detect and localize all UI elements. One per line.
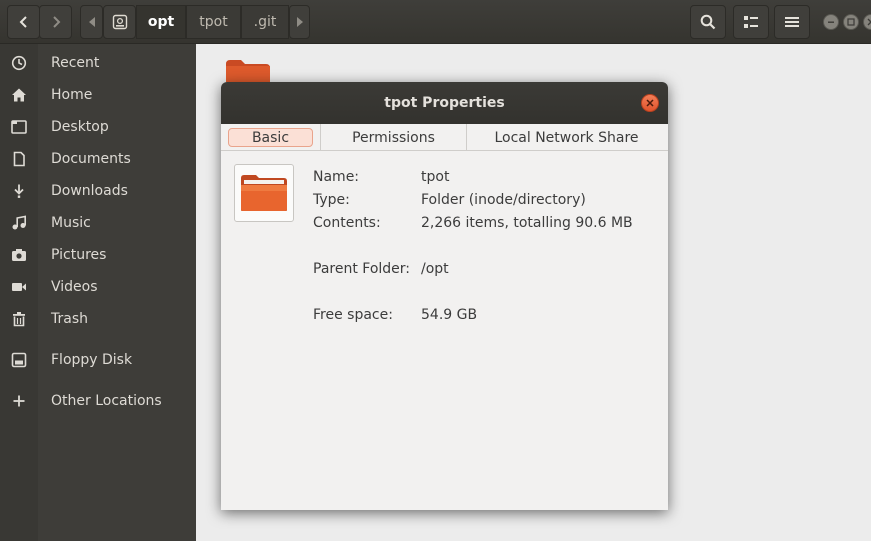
properties-dialog: tpot Properties Basic Permissions Local … <box>221 82 668 510</box>
folder-icon <box>241 175 287 211</box>
close-window-button[interactable] <box>863 14 871 30</box>
property-value-free-space: 54.9 GB <box>421 307 478 323</box>
sidebar-item-label: Floppy Disk <box>51 352 133 368</box>
sidebar-item-label: Pictures <box>51 247 107 263</box>
sidebar-item-label: Music <box>51 215 91 231</box>
triangle-right-icon <box>296 17 303 27</box>
sidebar-item-label: Desktop <box>51 119 109 135</box>
dialog-tabs: Basic Permissions Local Network Share <box>221 124 668 151</box>
property-label-type: Type: <box>313 192 350 208</box>
menu-button[interactable] <box>774 5 810 39</box>
dialog-titlebar[interactable]: tpot Properties <box>221 82 668 124</box>
property-label-contents: Contents: <box>313 215 381 231</box>
chevron-right-icon <box>52 16 60 28</box>
property-value-parent-folder: /opt <box>421 261 449 277</box>
minimize-button[interactable] <box>823 14 839 30</box>
tab-basic[interactable]: Basic <box>221 124 320 151</box>
document-icon <box>0 151 38 167</box>
tab-label: Local Network Share <box>494 129 639 146</box>
triangle-left-icon <box>88 17 95 27</box>
dialog-title: tpot Properties <box>384 95 505 111</box>
path-root-button[interactable] <box>103 5 136 39</box>
maximize-icon <box>847 18 855 26</box>
dialog-close-button[interactable] <box>641 94 659 112</box>
hamburger-icon <box>785 17 799 27</box>
tab-label: Permissions <box>352 129 435 146</box>
drive-icon <box>112 14 127 30</box>
search-button[interactable] <box>690 5 726 39</box>
plus-icon <box>0 394 38 408</box>
property-label-parent-folder: Parent Folder: <box>313 261 411 277</box>
sidebar-item-other-locations[interactable]: Other Locations <box>0 385 196 417</box>
sidebar-item-documents[interactable]: Documents <box>0 143 196 175</box>
folder-preview-icon[interactable] <box>234 164 294 222</box>
header-bar: opt tpot .git <box>0 0 871 44</box>
back-button[interactable] <box>7 5 40 39</box>
sidebar-item-label: Recent <box>51 55 100 71</box>
path-scroll-right-button[interactable] <box>289 5 310 39</box>
view-toggle-button[interactable] <box>733 5 769 39</box>
desktop-folder-icon <box>0 119 38 135</box>
property-label-name: Name: <box>313 169 360 185</box>
path-segment-git[interactable]: .git <box>241 5 289 39</box>
sidebar-item-label: Videos <box>51 279 98 295</box>
property-value-type: Folder (inode/directory) <box>421 192 586 208</box>
clock-icon <box>0 55 38 71</box>
music-icon <box>0 215 38 231</box>
list-view-icon <box>744 16 758 28</box>
property-label-free-space: Free space: <box>313 307 393 323</box>
property-value-name: tpot <box>421 169 450 185</box>
sidebar-item-desktop[interactable]: Desktop <box>0 111 196 143</box>
tab-permissions[interactable]: Permissions <box>321 124 466 151</box>
sidebar-item-trash[interactable]: Trash <box>0 303 196 335</box>
sidebar-item-downloads[interactable]: Downloads <box>0 175 196 207</box>
close-icon <box>867 18 871 26</box>
sidebar-item-music[interactable]: Music <box>0 207 196 239</box>
minimize-icon <box>828 21 834 23</box>
search-icon <box>700 14 716 30</box>
path-segment-tpot[interactable]: tpot <box>186 5 241 39</box>
tab-label: Basic <box>227 128 314 147</box>
tab-local-network-share[interactable]: Local Network Share <box>467 124 666 151</box>
floppy-icon <box>0 352 38 368</box>
chevron-left-icon <box>19 16 27 28</box>
sidebar-item-label: Downloads <box>51 183 128 199</box>
close-icon <box>646 99 654 107</box>
camera-icon <box>0 247 38 263</box>
sidebar-item-recent[interactable]: Recent <box>0 47 196 79</box>
video-icon <box>0 279 38 295</box>
download-icon <box>0 183 38 199</box>
trash-icon <box>0 311 38 327</box>
forward-button[interactable] <box>39 5 72 39</box>
maximize-button[interactable] <box>843 14 859 30</box>
path-scroll-left-button[interactable] <box>80 5 103 39</box>
property-value-contents: 2,266 items, totalling 90.6 MB <box>421 215 633 231</box>
sidebar-item-label: Other Locations <box>51 393 162 409</box>
sidebar-item-videos[interactable]: Videos <box>0 271 196 303</box>
sidebar: Recent Home Desktop Documents Downloads … <box>0 44 196 541</box>
sidebar-item-floppy-disk[interactable]: Floppy Disk <box>0 344 196 376</box>
path-segment-opt[interactable]: opt <box>136 5 186 39</box>
sidebar-item-label: Trash <box>51 311 88 327</box>
sidebar-item-home[interactable]: Home <box>0 79 196 111</box>
sidebar-item-label: Home <box>51 87 93 103</box>
sidebar-item-label: Documents <box>51 151 131 167</box>
sidebar-item-pictures[interactable]: Pictures <box>0 239 196 271</box>
home-icon <box>0 87 38 103</box>
